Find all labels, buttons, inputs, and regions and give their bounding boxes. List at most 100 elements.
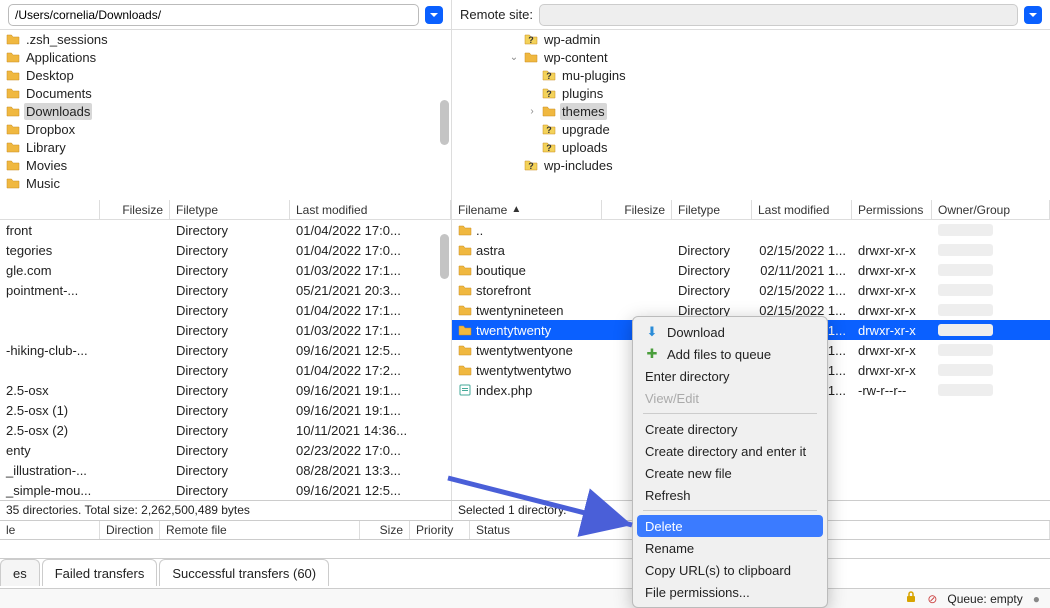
obscured-value <box>938 224 993 236</box>
local-grid-body[interactable]: frontDirectory01/04/2022 17:0...tegories… <box>0 220 451 500</box>
remote-site-dropdown[interactable] <box>1024 6 1042 24</box>
table-row[interactable]: Directory01/04/2022 17:1... <box>0 300 451 320</box>
cell-name: storefront <box>452 283 602 298</box>
tree-item[interactable]: ›themes <box>452 102 1050 120</box>
tree-item-label: plugins <box>560 85 605 102</box>
tree-item[interactable]: Library <box>0 138 451 156</box>
table-row[interactable]: 2.5-osx (1)Directory09/16/2021 19:1... <box>0 400 451 420</box>
menu-item-download[interactable]: ⬇Download <box>633 321 827 343</box>
table-row[interactable]: gle.comDirectory01/03/2022 17:1... <box>0 260 451 280</box>
tree-item[interactable]: ?plugins <box>452 84 1050 102</box>
toggle-icon[interactable]: ⊘ <box>927 592 937 606</box>
col-filetype[interactable]: Filetype <box>170 200 290 219</box>
scrollbar-thumb[interactable] <box>440 100 449 145</box>
tree-item[interactable]: .zsh_sessions <box>0 30 451 48</box>
tab-successful[interactable]: Successful transfers (60) <box>159 559 329 586</box>
col-owner[interactable]: Owner/Group <box>932 200 1050 219</box>
tree-item[interactable]: Music <box>0 174 451 192</box>
cell-owner <box>932 264 1050 276</box>
folder-icon <box>458 264 472 276</box>
tree-item[interactable]: ?upgrade <box>452 120 1050 138</box>
col-perms[interactable]: Permissions <box>852 200 932 219</box>
col-modified[interactable]: Last modified <box>752 200 852 219</box>
menu-item-refresh[interactable]: Refresh <box>633 484 827 506</box>
local-site-input[interactable] <box>8 4 419 26</box>
menu-item-create-new-file[interactable]: Create new file <box>633 462 827 484</box>
table-row[interactable]: Directory01/03/2022 17:1... <box>0 320 451 340</box>
cell-perms: drwxr-xr-x <box>852 323 932 338</box>
cell-filetype: Directory <box>672 243 752 258</box>
table-row[interactable]: storefrontDirectory02/15/2022 1...drwxr-… <box>452 280 1050 300</box>
table-row[interactable]: Directory01/04/2022 17:2... <box>0 360 451 380</box>
menu-item-label: Rename <box>645 541 694 556</box>
scrollbar-thumb[interactable] <box>440 234 449 279</box>
remote-tree[interactable]: ?wp-admin⌄wp-content?mu-plugins?plugins›… <box>452 30 1050 200</box>
table-row[interactable]: .. <box>452 220 1050 240</box>
tree-item[interactable]: ?wp-includes <box>452 156 1050 174</box>
table-row[interactable]: _simple-mou...Directory09/16/2021 12:5..… <box>0 480 451 500</box>
col-filesize[interactable]: Filesize <box>602 200 672 219</box>
menu-item-add-files-to-queue[interactable]: ✚Add files to queue <box>633 343 827 365</box>
tree-item[interactable]: ?uploads <box>452 138 1050 156</box>
tree-item[interactable]: Documents <box>0 84 451 102</box>
tree-item[interactable]: ⌄wp-content <box>452 48 1050 66</box>
table-row[interactable]: frontDirectory01/04/2022 17:0... <box>0 220 451 240</box>
qcol-remote[interactable]: Remote file <box>160 521 360 539</box>
tree-item[interactable]: Dropbox <box>0 120 451 138</box>
col-name[interactable] <box>0 200 100 219</box>
folder-icon <box>458 304 472 316</box>
menu-item-copy-url-s-to-clipboard[interactable]: Copy URL(s) to clipboard <box>633 559 827 581</box>
tree-item[interactable]: ?mu-plugins <box>452 66 1050 84</box>
tree-item[interactable]: Desktop <box>0 66 451 84</box>
qcol-size[interactable]: Size <box>360 521 410 539</box>
expander-icon[interactable]: › <box>526 106 538 117</box>
tab-queued[interactable]: es <box>0 559 40 586</box>
folder-icon <box>458 244 472 256</box>
tree-item[interactable]: Applications <box>0 48 451 66</box>
tree-item[interactable]: Downloads <box>0 102 451 120</box>
menu-item-rename[interactable]: Rename <box>633 537 827 559</box>
table-row[interactable]: boutiqueDirectory02/11/2021 1...drwxr-xr… <box>452 260 1050 280</box>
qcol-file[interactable]: le <box>0 521 100 539</box>
menu-item-delete[interactable]: Delete <box>637 515 823 537</box>
remote-site-input[interactable] <box>539 4 1018 26</box>
queue-body[interactable] <box>0 540 1050 558</box>
transfer-tabs: es Failed transfers Successful transfers… <box>0 558 1050 586</box>
menu-item-label: Refresh <box>645 488 691 503</box>
table-row[interactable]: _illustration-...Directory08/28/2021 13:… <box>0 460 451 480</box>
tab-failed[interactable]: Failed transfers <box>42 559 158 586</box>
col-filetype[interactable]: Filetype <box>672 200 752 219</box>
menu-item-enter-directory[interactable]: Enter directory <box>633 365 827 387</box>
col-name[interactable]: Filename▲ <box>452 200 602 219</box>
local-grid: Filesize Filetype Last modified frontDir… <box>0 200 452 500</box>
local-tree[interactable]: .zsh_sessionsApplicationsDesktopDocument… <box>0 30 452 200</box>
cell-modified: 09/16/2021 19:1... <box>290 383 451 398</box>
context-menu[interactable]: ⬇Download✚Add files to queueEnter direct… <box>632 316 828 608</box>
table-row[interactable]: astraDirectory02/15/2022 1...drwxr-xr-x <box>452 240 1050 260</box>
qcol-priority[interactable]: Priority <box>410 521 470 539</box>
obscured-value <box>938 324 993 336</box>
col-modified[interactable]: Last modified <box>290 200 451 219</box>
table-row[interactable]: entyDirectory02/23/2022 17:0... <box>0 440 451 460</box>
table-row[interactable]: pointment-...Directory05/21/2021 20:3... <box>0 280 451 300</box>
tree-item[interactable]: Movies <box>0 156 451 174</box>
qcol-direction[interactable]: Direction <box>100 521 160 539</box>
local-site-dropdown[interactable] <box>425 6 443 24</box>
menu-item-create-directory-and-enter-it[interactable]: Create directory and enter it <box>633 440 827 462</box>
col-filesize[interactable]: Filesize <box>100 200 170 219</box>
menu-item-create-directory[interactable]: Create directory <box>633 418 827 440</box>
table-row[interactable]: 2.5-osxDirectory09/16/2021 19:1... <box>0 380 451 400</box>
table-row[interactable]: 2.5-osx (2)Directory10/11/2021 14:36... <box>0 420 451 440</box>
cell-modified: 02/15/2022 1... <box>752 243 852 258</box>
tree-item[interactable]: ?wp-admin <box>452 30 1050 48</box>
cell-filetype: Directory <box>170 463 290 478</box>
cell-owner <box>932 384 1050 396</box>
folder-icon <box>458 364 472 376</box>
expander-icon[interactable]: ⌄ <box>508 52 520 63</box>
table-row[interactable]: -hiking-club-...Directory09/16/2021 12:5… <box>0 340 451 360</box>
menu-item-file-permissions[interactable]: File permissions... <box>633 581 827 603</box>
cell-name: boutique <box>452 263 602 278</box>
tree-item-label: mu-plugins <box>560 67 628 84</box>
cell-filetype: Directory <box>170 383 290 398</box>
table-row[interactable]: tegoriesDirectory01/04/2022 17:0... <box>0 240 451 260</box>
